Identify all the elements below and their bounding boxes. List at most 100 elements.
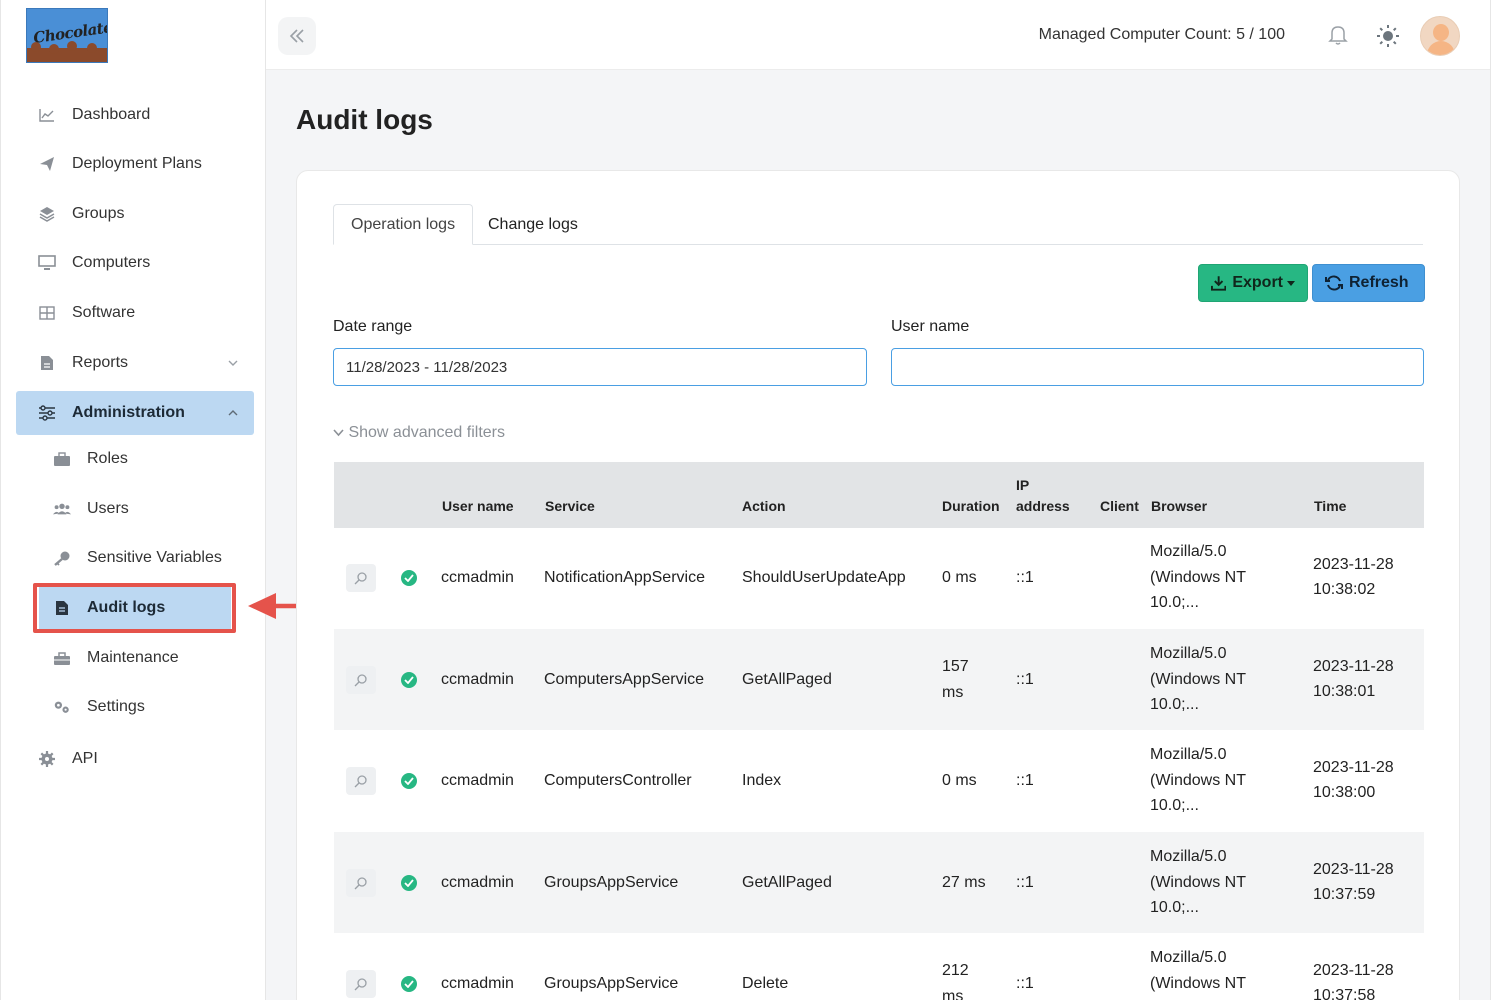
col-browser[interactable]: Browser — [1151, 498, 1207, 514]
view-details-button[interactable] — [346, 564, 376, 592]
cell-action: GetAllPaged — [742, 671, 832, 688]
bell-icon[interactable] — [1328, 24, 1348, 46]
cell-browser-line1: Mozilla/5.0 — [1150, 848, 1227, 865]
table-row[interactable]: ccmadmin NotificationAppService ShouldUs… — [334, 528, 1424, 629]
sidebar-item-computers[interactable]: Computers — [16, 241, 254, 285]
cell-user: ccmadmin — [441, 671, 514, 688]
sidebar-item-software[interactable]: Software — [16, 291, 254, 335]
download-icon — [1211, 276, 1227, 291]
magnifier-icon — [354, 775, 367, 788]
cell-action: Delete — [742, 975, 789, 992]
cell-browser-line2: (Windows NT — [1150, 874, 1247, 891]
paper-plane-icon — [38, 155, 56, 173]
cell-ip: ::1 — [1016, 569, 1034, 586]
col-service[interactable]: Service — [545, 498, 595, 514]
magnifier-icon — [354, 572, 367, 585]
view-details-button[interactable] — [346, 970, 376, 998]
cell-date: 2023-11-28 — [1313, 861, 1394, 878]
success-check-icon — [401, 672, 417, 688]
tab-change-logs[interactable]: Change logs — [471, 204, 595, 245]
chevron-down-icon — [333, 429, 344, 437]
sidebar-subitem-roles[interactable]: Roles — [39, 438, 231, 480]
sidebar-subitem-maintenance[interactable]: Maintenance — [39, 637, 231, 679]
cell-duration: 0 ms — [942, 569, 977, 586]
user-avatar[interactable] — [1420, 16, 1460, 56]
double-chevron-left-icon — [289, 29, 304, 43]
right-edge — [1490, 0, 1500, 1000]
refresh-button[interactable]: Refresh — [1312, 264, 1425, 302]
chocolatey-logo[interactable]: Chocolatey — [26, 8, 108, 63]
sidebar-subitem-settings[interactable]: Settings — [39, 686, 231, 728]
chart-line-icon — [38, 106, 56, 124]
cell-ip: ::1 — [1016, 874, 1034, 891]
collapse-sidebar-button[interactable] — [278, 17, 316, 55]
col-time[interactable]: Time — [1314, 498, 1346, 514]
gear-icon — [38, 750, 56, 768]
key-icon — [53, 549, 71, 567]
view-details-button[interactable] — [346, 666, 376, 694]
sidebar-item-deployment-plans[interactable]: Deployment Plans — [16, 142, 254, 186]
sidebar-item-reports[interactable]: Reports — [16, 341, 254, 385]
top-bar: Managed Computer Count: 5 / 100 — [266, 0, 1490, 70]
table-row[interactable]: ccmadmin GroupsAppService Delete 212 ms … — [334, 934, 1424, 1000]
date-range-label: Date range — [333, 318, 413, 335]
col-ip-line1[interactable]: IP — [1016, 477, 1029, 493]
cell-service: GroupsAppService — [544, 874, 679, 891]
sidebar-item-api[interactable]: API — [16, 737, 254, 781]
col-ip-line2[interactable]: address — [1016, 498, 1070, 514]
sidebar-item-groups[interactable]: Groups — [16, 192, 254, 236]
cell-user: ccmadmin — [441, 772, 514, 789]
sidebar-item-label: Groups — [72, 205, 125, 222]
view-details-button[interactable] — [346, 869, 376, 897]
cell-action: Index — [742, 772, 782, 789]
chevron-up-icon — [228, 407, 238, 419]
cell-time: 10:38:01 — [1313, 683, 1376, 700]
cell-service: ComputersController — [544, 772, 692, 789]
sliders-icon — [38, 404, 56, 422]
toolbox-icon — [53, 649, 71, 667]
cell-duration-line2: ms — [942, 988, 964, 1000]
col-user-name[interactable]: User name — [442, 498, 514, 514]
cell-browser-line3: 10.0;... — [1150, 797, 1199, 814]
advanced-filters-label: Show advanced filters — [348, 424, 505, 441]
sidebar-subitem-users[interactable]: Users — [39, 488, 231, 530]
view-details-button[interactable] — [346, 767, 376, 795]
cell-browser-line2: (Windows NT — [1150, 671, 1247, 688]
sidebar-subitem-label: Sensitive Variables — [87, 549, 222, 566]
cell-user: ccmadmin — [441, 569, 514, 586]
cell-browser-line2: (Windows NT — [1150, 772, 1247, 789]
cell-duration-line1: 157 — [942, 658, 969, 675]
magnifier-icon — [354, 877, 367, 890]
sidebar-item-dashboard[interactable]: Dashboard — [16, 93, 254, 137]
tab-operation-logs[interactable]: Operation logs — [333, 204, 474, 245]
sidebar-item-label: API — [72, 750, 98, 767]
export-label: Export — [1232, 274, 1283, 291]
cell-browser-line1: Mozilla/5.0 — [1150, 543, 1227, 560]
user-name-input[interactable] — [891, 348, 1424, 386]
cell-duration: 27 ms — [942, 874, 986, 891]
sidebar-item-administration[interactable]: Administration — [16, 391, 254, 435]
date-range-input[interactable] — [333, 348, 867, 386]
refresh-icon — [1325, 275, 1343, 291]
cell-browser-line3: 10.0;... — [1150, 899, 1199, 916]
col-action[interactable]: Action — [742, 498, 786, 514]
success-check-icon — [401, 875, 417, 891]
page-title: Audit logs — [296, 104, 433, 135]
col-duration[interactable]: Duration — [942, 498, 1000, 514]
cell-ip: ::1 — [1016, 772, 1034, 789]
show-advanced-filters-link[interactable]: Show advanced filters — [333, 424, 505, 442]
audit-log-card: Operation logs Change logs Export Refres… — [296, 170, 1460, 1000]
sidebar-item-label: Dashboard — [72, 106, 151, 123]
managed-computer-count: Managed Computer Count: 5 / 100 — [1038, 26, 1285, 43]
col-client[interactable]: Client — [1100, 498, 1139, 514]
table-row[interactable]: ccmadmin GroupsAppService GetAllPaged 27… — [334, 832, 1424, 933]
theme-toggle-sun-icon[interactable] — [1376, 24, 1400, 48]
caret-down-icon — [1287, 280, 1295, 286]
avatar-body — [1427, 41, 1455, 55]
sidebar-subitem-label: Users — [87, 500, 129, 517]
table-row[interactable]: ccmadmin ComputersAppService GetAllPaged… — [334, 629, 1424, 730]
table-row[interactable]: ccmadmin ComputersController Index 0 ms … — [334, 731, 1424, 832]
sidebar-subitem-sensitive-variables[interactable]: Sensitive Variables — [39, 537, 231, 579]
sidebar-subitem-label: Roles — [87, 450, 128, 467]
export-button[interactable]: Export — [1198, 264, 1308, 302]
